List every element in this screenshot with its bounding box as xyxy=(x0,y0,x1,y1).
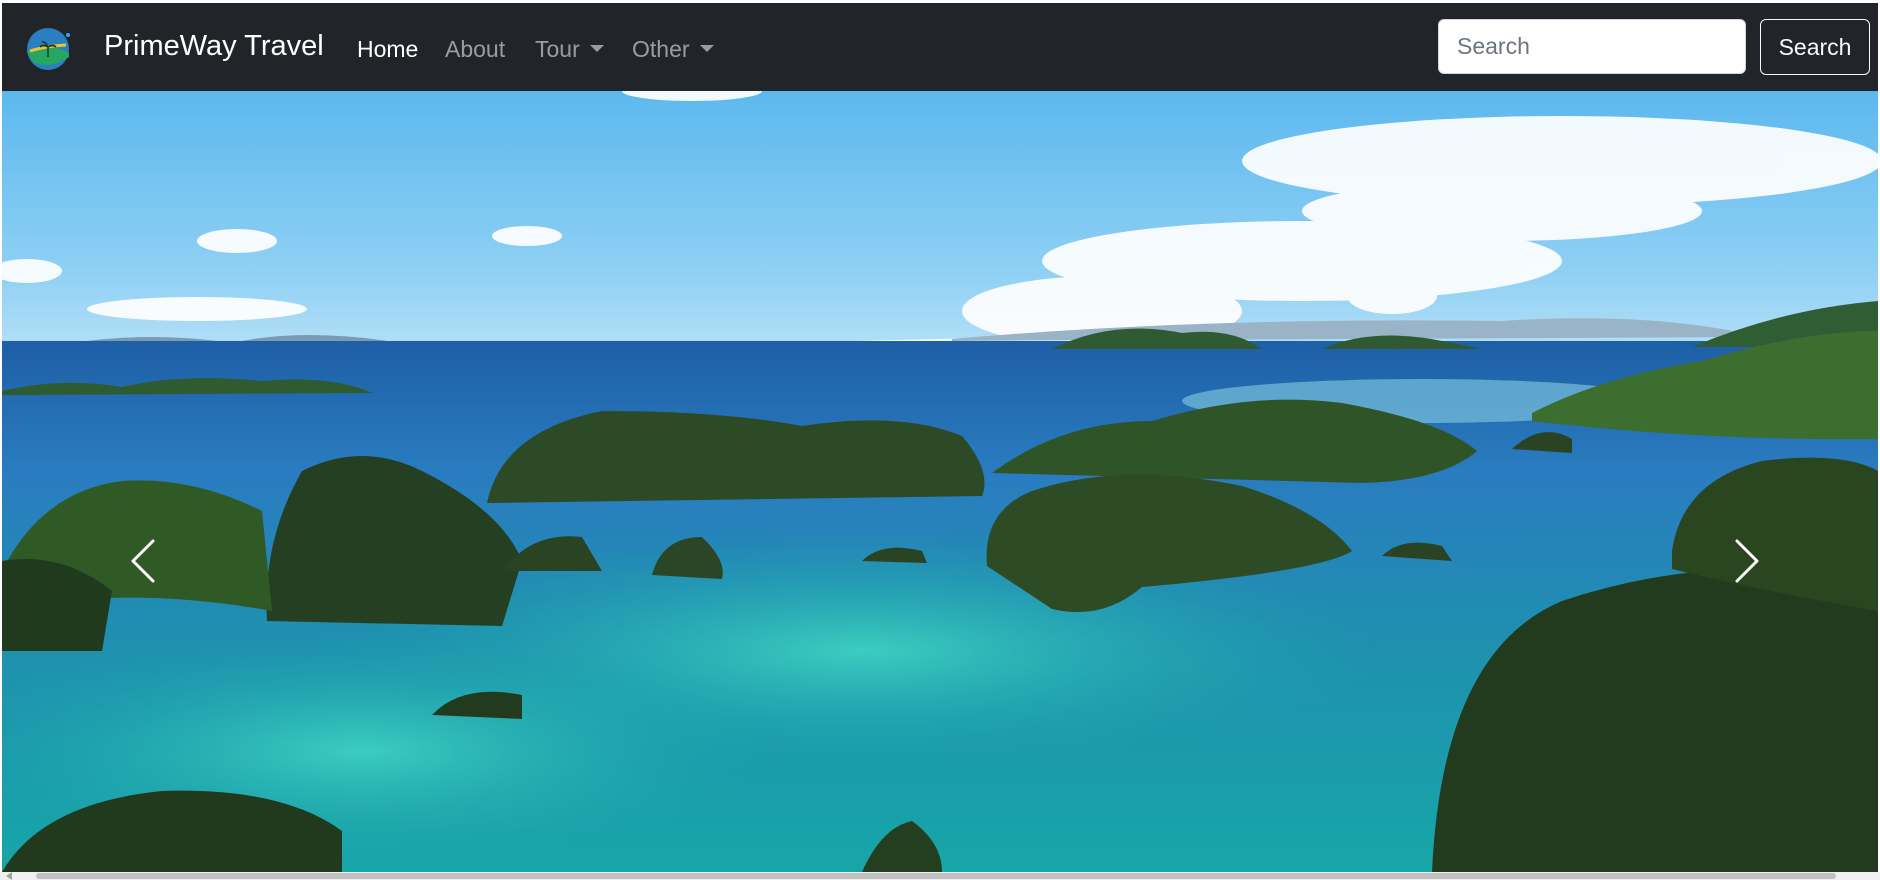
brand-name[interactable]: PrimeWay Travel xyxy=(104,30,324,63)
search-input[interactable] xyxy=(1438,19,1746,74)
chevron-right-icon xyxy=(1735,539,1759,583)
nav-link-about-label: About xyxy=(445,36,506,62)
browser-viewport: PrimeWay Travel Home About Tour Other Se… xyxy=(2,3,1878,872)
nav-link-about[interactable]: About xyxy=(445,36,505,63)
scrollbar-thumb[interactable] xyxy=(36,873,1836,879)
nav-dropdown-other-label: Other xyxy=(632,36,690,62)
nav-link-home[interactable]: Home xyxy=(357,36,418,63)
nav-dropdown-tour-label: Tour xyxy=(535,36,580,62)
chevron-left-icon xyxy=(131,539,155,583)
carousel-slide-image xyxy=(2,91,1878,872)
nav-dropdown-tour[interactable]: Tour xyxy=(535,36,604,63)
navbar: PrimeWay Travel Home About Tour Other Se… xyxy=(2,3,1878,91)
nav-dropdown-other[interactable]: Other xyxy=(632,36,714,63)
search-button[interactable]: Search xyxy=(1760,19,1870,75)
scroll-left-arrow-icon[interactable] xyxy=(6,872,12,880)
carousel-prev-button[interactable] xyxy=(115,531,175,591)
hero-carousel xyxy=(2,91,1878,872)
caret-down-icon xyxy=(699,45,714,52)
horizontal-scrollbar[interactable] xyxy=(0,872,1880,880)
nav-link-home-label: Home xyxy=(357,36,419,62)
carousel-next-button[interactable] xyxy=(1715,531,1775,591)
brand-logo-icon[interactable] xyxy=(26,27,70,71)
caret-down-icon xyxy=(589,45,604,52)
